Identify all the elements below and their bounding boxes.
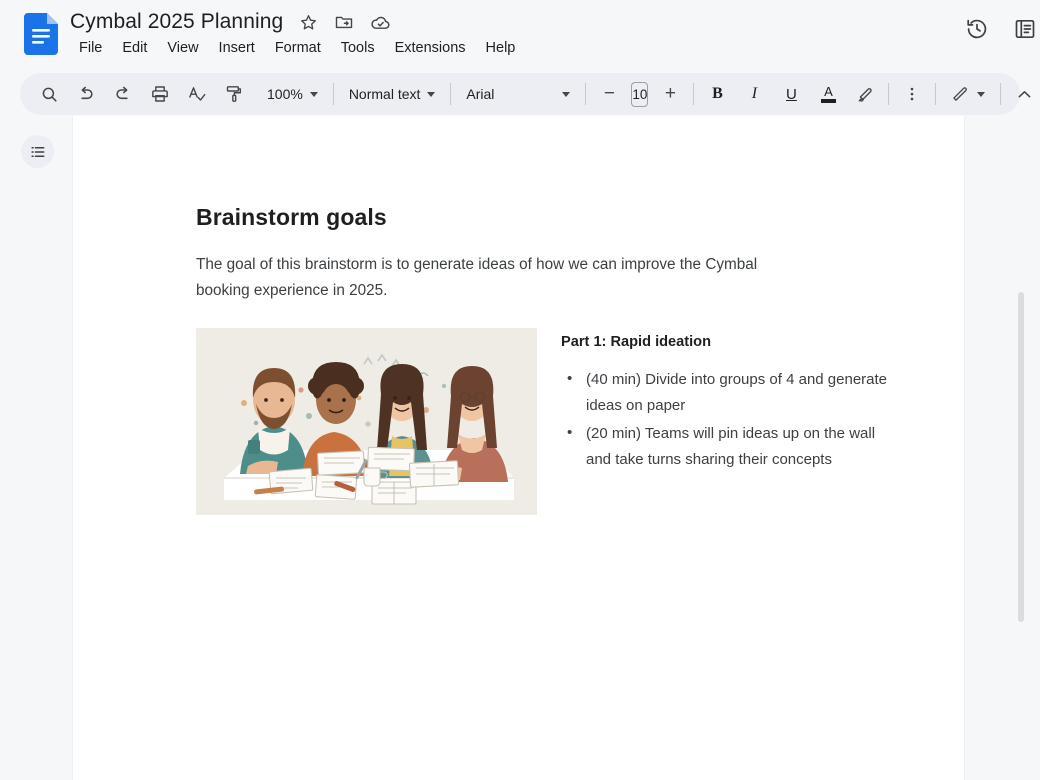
spellcheck-icon[interactable] bbox=[182, 79, 212, 109]
menu-item-insert[interactable]: Insert bbox=[210, 38, 264, 58]
italic-button[interactable]: I bbox=[739, 79, 769, 109]
more-options-icon[interactable] bbox=[897, 79, 927, 109]
zoom-level-value: 100% bbox=[267, 86, 303, 102]
underline-button[interactable]: U bbox=[776, 79, 806, 109]
toolbar-divider bbox=[450, 83, 451, 105]
increase-font-size-button[interactable]: + bbox=[655, 79, 685, 109]
font-family-value: Arial bbox=[466, 86, 494, 102]
zoom-level-dropdown[interactable]: 100% bbox=[260, 79, 325, 109]
toolbar-divider bbox=[1000, 83, 1001, 105]
menu-item-view[interactable]: View bbox=[158, 38, 207, 58]
bold-button[interactable]: B bbox=[702, 79, 732, 109]
toolbar-divider bbox=[333, 83, 334, 105]
menu-item-help[interactable]: Help bbox=[477, 38, 525, 58]
menu-item-edit[interactable]: Edit bbox=[113, 38, 156, 58]
toolbar-divider bbox=[585, 83, 586, 105]
paint-format-icon[interactable] bbox=[219, 79, 249, 109]
chevron-down-icon bbox=[562, 92, 570, 97]
menu-item-extensions[interactable]: Extensions bbox=[386, 38, 475, 58]
google-docs-icon[interactable] bbox=[24, 13, 58, 55]
chevron-down-icon bbox=[977, 92, 985, 97]
header-actions bbox=[964, 16, 1040, 42]
highlight-pen-icon[interactable] bbox=[850, 79, 880, 109]
vertical-scrollbar[interactable] bbox=[1016, 116, 1026, 780]
list-item: (20 min) Teams will pin ideas up on the … bbox=[561, 421, 896, 473]
undo-icon[interactable] bbox=[71, 79, 101, 109]
document-outline-icon[interactable] bbox=[21, 135, 54, 168]
decrease-font-size-button[interactable]: − bbox=[594, 79, 624, 109]
print-icon[interactable] bbox=[145, 79, 175, 109]
toolbar-divider bbox=[935, 83, 936, 105]
text-color-swatch bbox=[821, 99, 836, 103]
star-icon[interactable] bbox=[297, 11, 319, 33]
text-color-letter: A bbox=[824, 85, 833, 98]
document-area: Brainstorm goals The goal of this brains… bbox=[0, 116, 1040, 780]
app-header: Cymbal 2025 Planning File Edit View Inse… bbox=[0, 0, 1040, 66]
page-title: Brainstorm goals bbox=[196, 202, 896, 232]
version-history-icon[interactable] bbox=[964, 16, 990, 42]
agenda-list: (40 min) Divide into groups of 4 and gen… bbox=[561, 367, 896, 473]
brainstorm-illustration[interactable] bbox=[196, 328, 537, 515]
toolbar-divider bbox=[888, 83, 889, 105]
paragraph-style-value: Normal text bbox=[349, 86, 421, 102]
section-title: Part 1: Rapid ideation bbox=[561, 331, 896, 353]
font-family-dropdown[interactable]: Arial bbox=[459, 79, 577, 109]
content-columns: Part 1: Rapid ideation (40 min) Divide i… bbox=[196, 328, 896, 515]
redo-icon[interactable] bbox=[108, 79, 138, 109]
font-size-input[interactable]: 10 bbox=[631, 82, 648, 107]
menu-item-tools[interactable]: Tools bbox=[332, 38, 384, 58]
scrollbar-thumb[interactable] bbox=[1018, 292, 1024, 622]
formatting-toolbar: 100% Normal text Arial − 10 + B I U A bbox=[20, 73, 1020, 115]
toolbar-divider bbox=[693, 83, 694, 105]
right-column: Part 1: Rapid ideation (40 min) Divide i… bbox=[561, 328, 896, 475]
intro-paragraph: The goal of this brainstorm is to genera… bbox=[196, 252, 776, 304]
document-content: Brainstorm goals The goal of this brains… bbox=[196, 202, 896, 515]
list-item: (40 min) Divide into groups of 4 and gen… bbox=[561, 367, 896, 419]
document-panel-icon[interactable] bbox=[1012, 16, 1038, 42]
cloud-saved-icon[interactable] bbox=[369, 11, 391, 33]
edit-mode-dropdown[interactable] bbox=[944, 79, 992, 109]
search-icon[interactable] bbox=[34, 79, 64, 109]
menu-bar: File Edit View Insert Format Tools Exten… bbox=[70, 38, 524, 58]
title-row: Cymbal 2025 Planning bbox=[70, 8, 391, 36]
paragraph-style-dropdown[interactable]: Normal text bbox=[342, 79, 443, 109]
document-page[interactable]: Brainstorm goals The goal of this brains… bbox=[72, 116, 965, 780]
menu-item-file[interactable]: File bbox=[70, 38, 111, 58]
document-title[interactable]: Cymbal 2025 Planning bbox=[70, 8, 283, 36]
move-to-folder-icon[interactable] bbox=[333, 11, 355, 33]
chevron-down-icon bbox=[427, 92, 435, 97]
text-color-button[interactable]: A bbox=[813, 79, 843, 109]
menu-item-format[interactable]: Format bbox=[266, 38, 330, 58]
chevron-down-icon bbox=[310, 92, 318, 97]
chevron-up-icon[interactable] bbox=[1009, 79, 1039, 109]
edit-pencil-icon bbox=[951, 85, 970, 104]
